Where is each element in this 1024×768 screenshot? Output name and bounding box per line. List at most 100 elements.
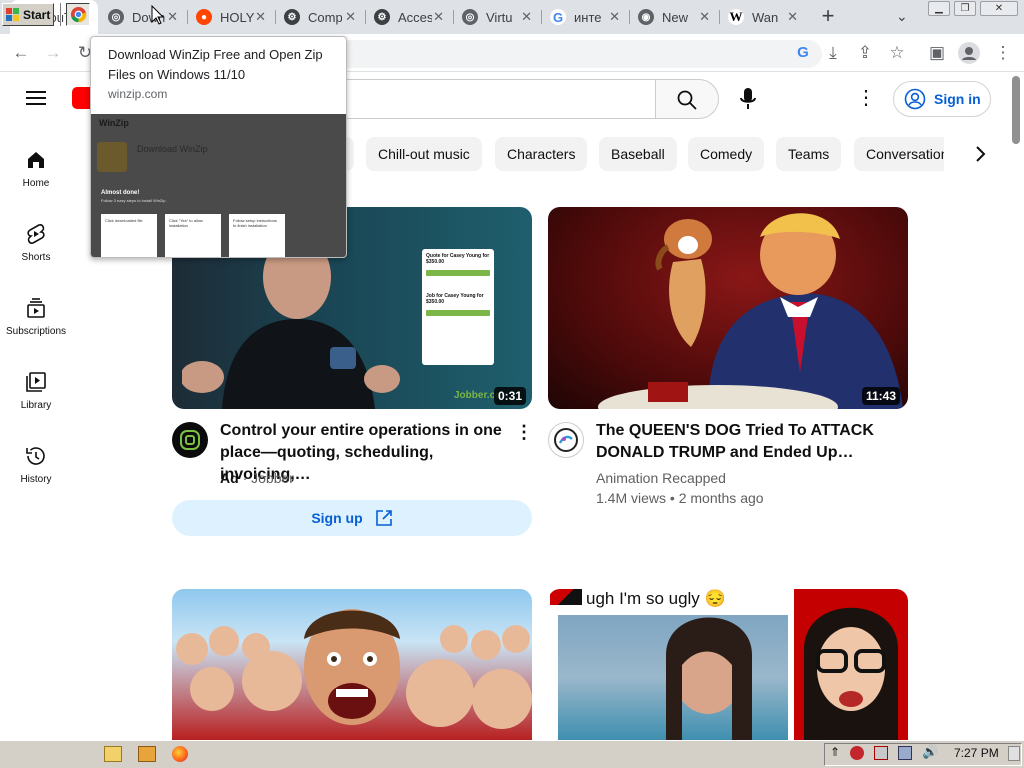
forward-icon[interactable]: → (42, 42, 64, 64)
preview-step-2: Click "Yes" to allow installation (165, 214, 221, 257)
sign-in-button[interactable]: Sign in (893, 81, 991, 117)
close-icon[interactable]: ✕ (787, 9, 798, 25)
library-icon (26, 372, 46, 392)
close-icon[interactable]: ✕ (433, 9, 444, 25)
video-thumbnail-4[interactable]: ugh I'm so ugly 😔 (548, 589, 908, 740)
chevron-right-icon[interactable] (968, 142, 992, 166)
home-icon (28, 152, 44, 168)
taskbar-media-icon[interactable] (138, 746, 156, 762)
tray-security-icon[interactable] (850, 746, 864, 760)
chrome-menu-icon[interactable]: ⋮ (992, 42, 1014, 64)
sidebar-item-history[interactable]: History (0, 444, 72, 518)
page-scrollbar[interactable] (1012, 76, 1020, 144)
search-icon (677, 90, 697, 110)
duration-badge: 0:31 (494, 387, 527, 405)
close-icon[interactable]: ✕ (699, 9, 710, 25)
minimize-button[interactable]: ▁ (928, 1, 950, 16)
chip-chill-out-music[interactable]: Chill-out music (366, 137, 482, 171)
new-tab-button[interactable]: + (816, 4, 840, 28)
show-desktop-button[interactable] (1008, 746, 1020, 761)
taskbar-explorer-icon[interactable] (104, 746, 122, 762)
share-icon[interactable]: ⇪ (854, 42, 876, 64)
sidebar-item-home[interactable]: Home (0, 148, 72, 222)
side-panel-icon[interactable]: ▣ (926, 42, 948, 64)
photo-right (794, 589, 908, 740)
window-close-button[interactable]: ✕ (980, 1, 1018, 16)
sign-up-button[interactable]: Sign up (172, 500, 532, 536)
close-icon[interactable]: ✕ (345, 9, 356, 25)
sidebar-item-shorts[interactable]: Shorts (0, 222, 72, 296)
thumbnail-caption: ugh I'm so ugly 😔 (586, 589, 726, 608)
volume-icon[interactable]: 🔊 (922, 744, 938, 760)
chrome-icon (70, 6, 87, 23)
sidebar-item-label: Shorts (21, 252, 51, 263)
start-button[interactable]: Start (2, 3, 54, 26)
view-count: 1.4M views (596, 490, 667, 506)
close-icon[interactable]: ✕ (521, 9, 532, 25)
globe-icon: ◎ (462, 9, 478, 25)
upload-age: 2 months ago (678, 490, 764, 506)
youtube-logo[interactable] (72, 87, 92, 109)
taskbar-chrome[interactable] (66, 3, 90, 26)
tab-search-icon[interactable]: ⌄ (896, 8, 908, 25)
tab-hover-card: Download WinZip Free and Open Zip Files … (90, 36, 347, 258)
chip-teams[interactable]: Teams (776, 137, 842, 171)
chip-characters[interactable]: Characters (495, 137, 588, 171)
channel-avatar-animation-recapped[interactable] (548, 422, 584, 458)
tab-label: Wan (752, 9, 779, 25)
close-icon[interactable]: ✕ (609, 9, 620, 25)
tab-access[interactable]: ⚙ Access ✕ (366, 0, 452, 34)
google-icon[interactable]: G (792, 42, 814, 64)
tab-virtu[interactable]: ◎ Virtu ✕ (454, 0, 540, 34)
quote-text: Quote for Casey Young for $350.00 (426, 253, 490, 265)
tray-expand-icon[interactable]: ⇑ (830, 745, 840, 759)
mouse-cursor-icon (151, 5, 165, 25)
video-title[interactable]: The QUEEN'S DOG Tried To ATTACK DONALD T… (596, 420, 886, 464)
close-icon[interactable]: ✕ (167, 9, 178, 25)
tooltip-title: Download WinZip Free and Open Zip Files … (108, 47, 323, 82)
channel-name[interactable]: Jobber (251, 470, 294, 486)
sidebar-item-label: Subscriptions (5, 326, 67, 337)
channel-name[interactable]: Animation Recapped (596, 468, 726, 488)
chip-conversation[interactable]: Conversation (854, 137, 944, 171)
channel-avatar-jobber[interactable] (172, 422, 208, 458)
tray-network-icon[interactable] (874, 746, 888, 760)
chip-comedy[interactable]: Comedy (688, 137, 765, 171)
tab-reddit[interactable]: ● HOLY ✕ (188, 0, 274, 34)
tab-label: New (662, 9, 689, 25)
sidebar-item-library[interactable]: Library (0, 370, 72, 444)
settings-dots-icon[interactable]: ⋮ (856, 86, 876, 110)
chip-baseball[interactable]: Baseball (599, 137, 677, 171)
tab-label: Comp (308, 9, 342, 25)
quote-card: Quote for Casey Young for $350.00 Job fo… (422, 249, 494, 365)
bookmark-star-icon[interactable]: ☆ (886, 42, 908, 64)
chip-conversation-clip: Conversation (854, 137, 944, 171)
close-icon[interactable]: ✕ (255, 9, 266, 25)
search-button[interactable] (655, 79, 719, 119)
firefox-icon[interactable] (172, 746, 188, 762)
menu-icon[interactable] (26, 90, 46, 106)
install-icon[interactable]: ⤓ (822, 42, 844, 64)
video-thumbnail-3[interactable] (172, 589, 532, 740)
globe-icon: ◎ (108, 9, 124, 25)
video-thumbnail-queens-dog[interactable]: 11:43 (548, 207, 908, 409)
maximize-button[interactable]: ❐ (954, 1, 976, 16)
back-icon[interactable]: ← (10, 42, 32, 64)
profile-avatar[interactable] (958, 42, 980, 64)
chrome-icon: ◉ (638, 9, 654, 25)
microphone-icon[interactable] (736, 86, 760, 112)
preview-almost-done: Almost done! (101, 190, 140, 196)
video-meta: 1.4M views • 2 months ago (596, 490, 764, 506)
tab-google[interactable]: G инте ✕ (542, 0, 628, 34)
tab-comp[interactable]: ⚙ Comp ✕ (276, 0, 364, 34)
tab-new[interactable]: ◉ New ✕ (630, 0, 718, 34)
tray-display-icon[interactable] (898, 746, 912, 760)
sign-in-label: Sign in (934, 91, 981, 107)
sidebar-item-subscriptions[interactable]: Subscriptions (0, 296, 72, 370)
preview-heading: Download WinZip (137, 144, 208, 154)
account-icon (904, 88, 926, 110)
tab-winzip[interactable]: ◎ Download WinZip ✕ (100, 0, 186, 34)
preview-step-3: Follow setup instructions to finish inst… (229, 214, 285, 257)
more-options-icon[interactable]: ⋮ (515, 422, 533, 444)
tab-wikipedia[interactable]: W Wan ✕ (720, 0, 806, 34)
